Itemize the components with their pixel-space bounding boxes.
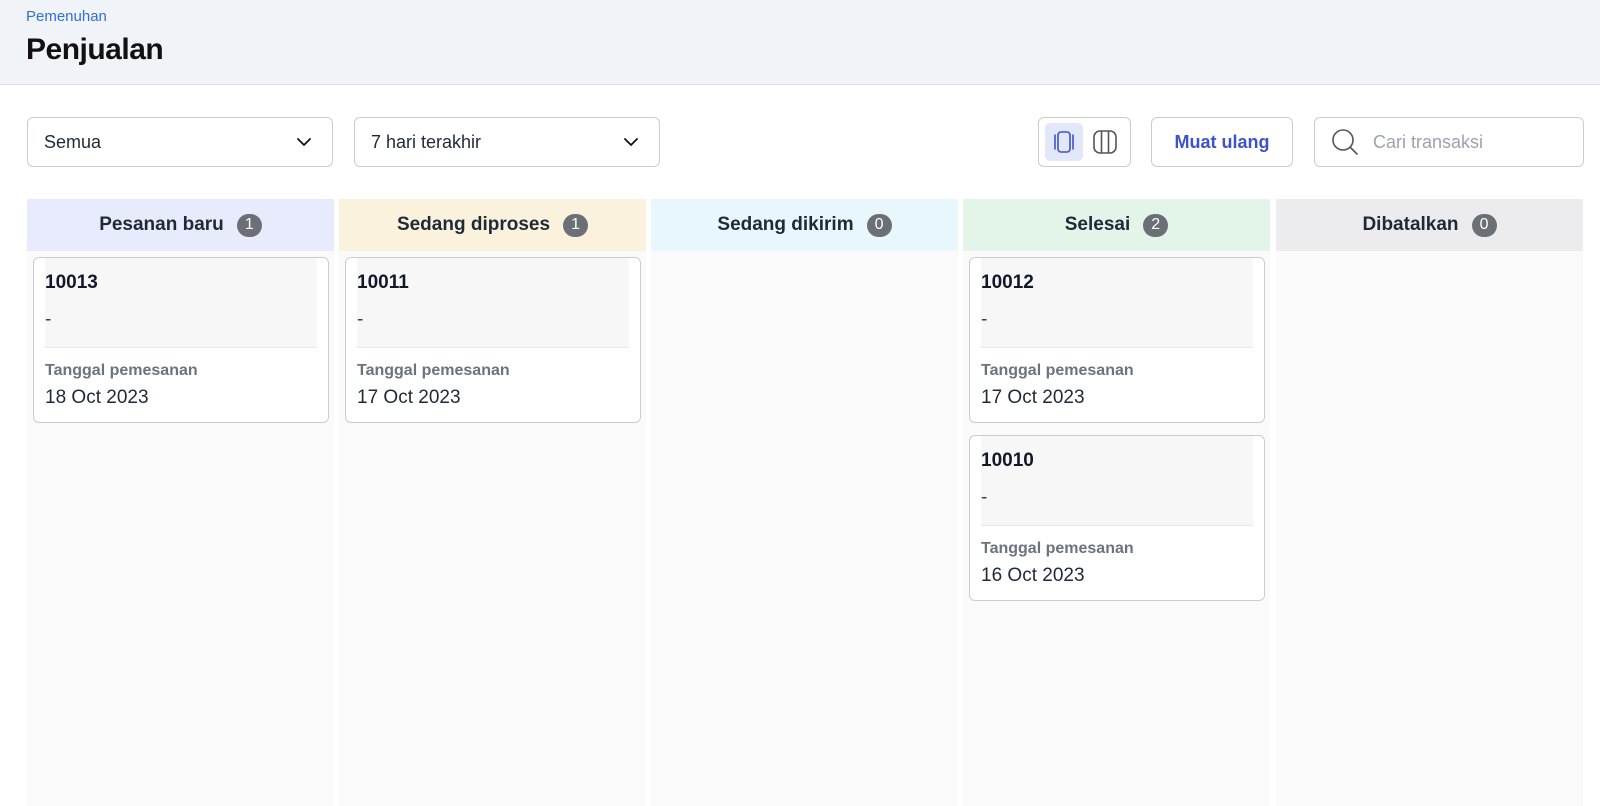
kanban-column: Pesanan baru 1 10013 - Tanggal pemesanan 18 O…: [27, 199, 334, 806]
date-range-select[interactable]: 7 hari terakhir: [354, 117, 660, 167]
card-view-button[interactable]: [1045, 123, 1083, 161]
column-count-badge: 1: [563, 213, 589, 237]
order-card[interactable]: 10011 - Tanggal pemesanan 17 Oct 2023: [345, 257, 641, 423]
order-id: 10013: [45, 272, 98, 293]
order-date-label: Tanggal pemesanan: [981, 540, 1134, 557]
order-card-summary: 10011 -: [357, 258, 629, 348]
column-title: Sedang diproses: [396, 214, 551, 235]
order-card-summary: 10013 -: [45, 258, 317, 348]
order-id: 10012: [981, 272, 1034, 293]
column-header: Sedang dikirim 0: [651, 199, 958, 251]
chevron-down-icon: [297, 138, 311, 146]
column-title: Dibatalkan: [1362, 214, 1459, 235]
kanban-column: Sedang dikirim 0: [651, 199, 958, 806]
date-range-value: 7 hari terakhir: [371, 131, 482, 152]
order-card-summary: 10012 -: [981, 258, 1253, 348]
column-title: Sedang dikirim: [717, 214, 854, 235]
search-icon: [1332, 129, 1358, 155]
view-mode-toggle: [1038, 117, 1131, 167]
order-customer: -: [45, 309, 52, 330]
kanban-column: Selesai 2 10012 - Tanggal pemesanan 17 Oct 20…: [963, 199, 1270, 806]
column-header: Dibatalkan 0: [1276, 199, 1583, 251]
order-id: 10011: [357, 272, 409, 293]
order-date: 16 Oct 2023: [981, 565, 1085, 586]
status-filter-select[interactable]: Semua: [27, 117, 333, 167]
order-id: 10010: [981, 450, 1034, 471]
column-title: Pesanan baru: [99, 214, 224, 235]
column-count-badge: 1: [236, 213, 262, 237]
order-customer: -: [981, 309, 988, 330]
kanban-board: Pesanan baru 1 10013 - Tanggal pemesanan 18 O…: [27, 199, 1583, 806]
column-count-badge: 0: [1471, 213, 1497, 237]
kanban-column: Sedang diproses 1 10011- Tanggal pemesanan 1…: [339, 199, 646, 806]
column-view-button[interactable]: [1087, 123, 1125, 161]
page-title: Penjualan: [26, 33, 164, 66]
order-card[interactable]: 10013 - Tanggal pemesanan 18 Oct 2023: [33, 257, 329, 423]
order-card[interactable]: 10010 - Tanggal pemesanan 16 Oct 2023: [969, 435, 1265, 601]
kanban-column: Dibatalkan 0: [1276, 199, 1583, 806]
order-date-label: Tanggal pemesanan: [981, 362, 1134, 379]
breadcrumb[interactable]: Pemenuhan: [26, 9, 107, 25]
search-box: [1314, 117, 1584, 167]
status-filter-value: Semua: [44, 131, 102, 152]
card-view-icon: [1053, 131, 1074, 153]
order-date: 17 Oct 2023: [981, 387, 1085, 408]
column-view-icon: [1093, 130, 1118, 154]
order-date: 17 Oct 2023: [357, 387, 461, 408]
order-date-label: Tanggal pemesanan: [45, 362, 198, 379]
column-count-badge: 0: [866, 213, 892, 237]
chevron-down-icon: [624, 138, 638, 146]
order-customer: -: [981, 487, 988, 508]
column-title: Selesai: [1064, 214, 1131, 235]
order-date-label: Tanggal pemesanan: [357, 362, 510, 379]
reload-button[interactable]: Muat ulang: [1151, 117, 1293, 167]
order-card-summary: 10010 -: [981, 436, 1253, 526]
page-header: Pemenuhan Penjualan: [0, 0, 1600, 85]
toolbar: Semua 7 hari terakhir Muat ulang: [27, 117, 1584, 167]
order-date: 18 Oct 2023: [45, 387, 149, 408]
column-count-badge: 2: [1143, 213, 1169, 237]
column-header: Selesai 2: [963, 199, 1270, 251]
order-card[interactable]: 10012 - Tanggal pemesanan 17 Oct 2023: [969, 257, 1265, 423]
column-header: Pesanan baru 1: [27, 199, 334, 251]
column-header: Sedang diproses 1: [339, 199, 646, 251]
order-customer: -: [357, 309, 364, 330]
search-input[interactable]: [1373, 131, 1573, 153]
